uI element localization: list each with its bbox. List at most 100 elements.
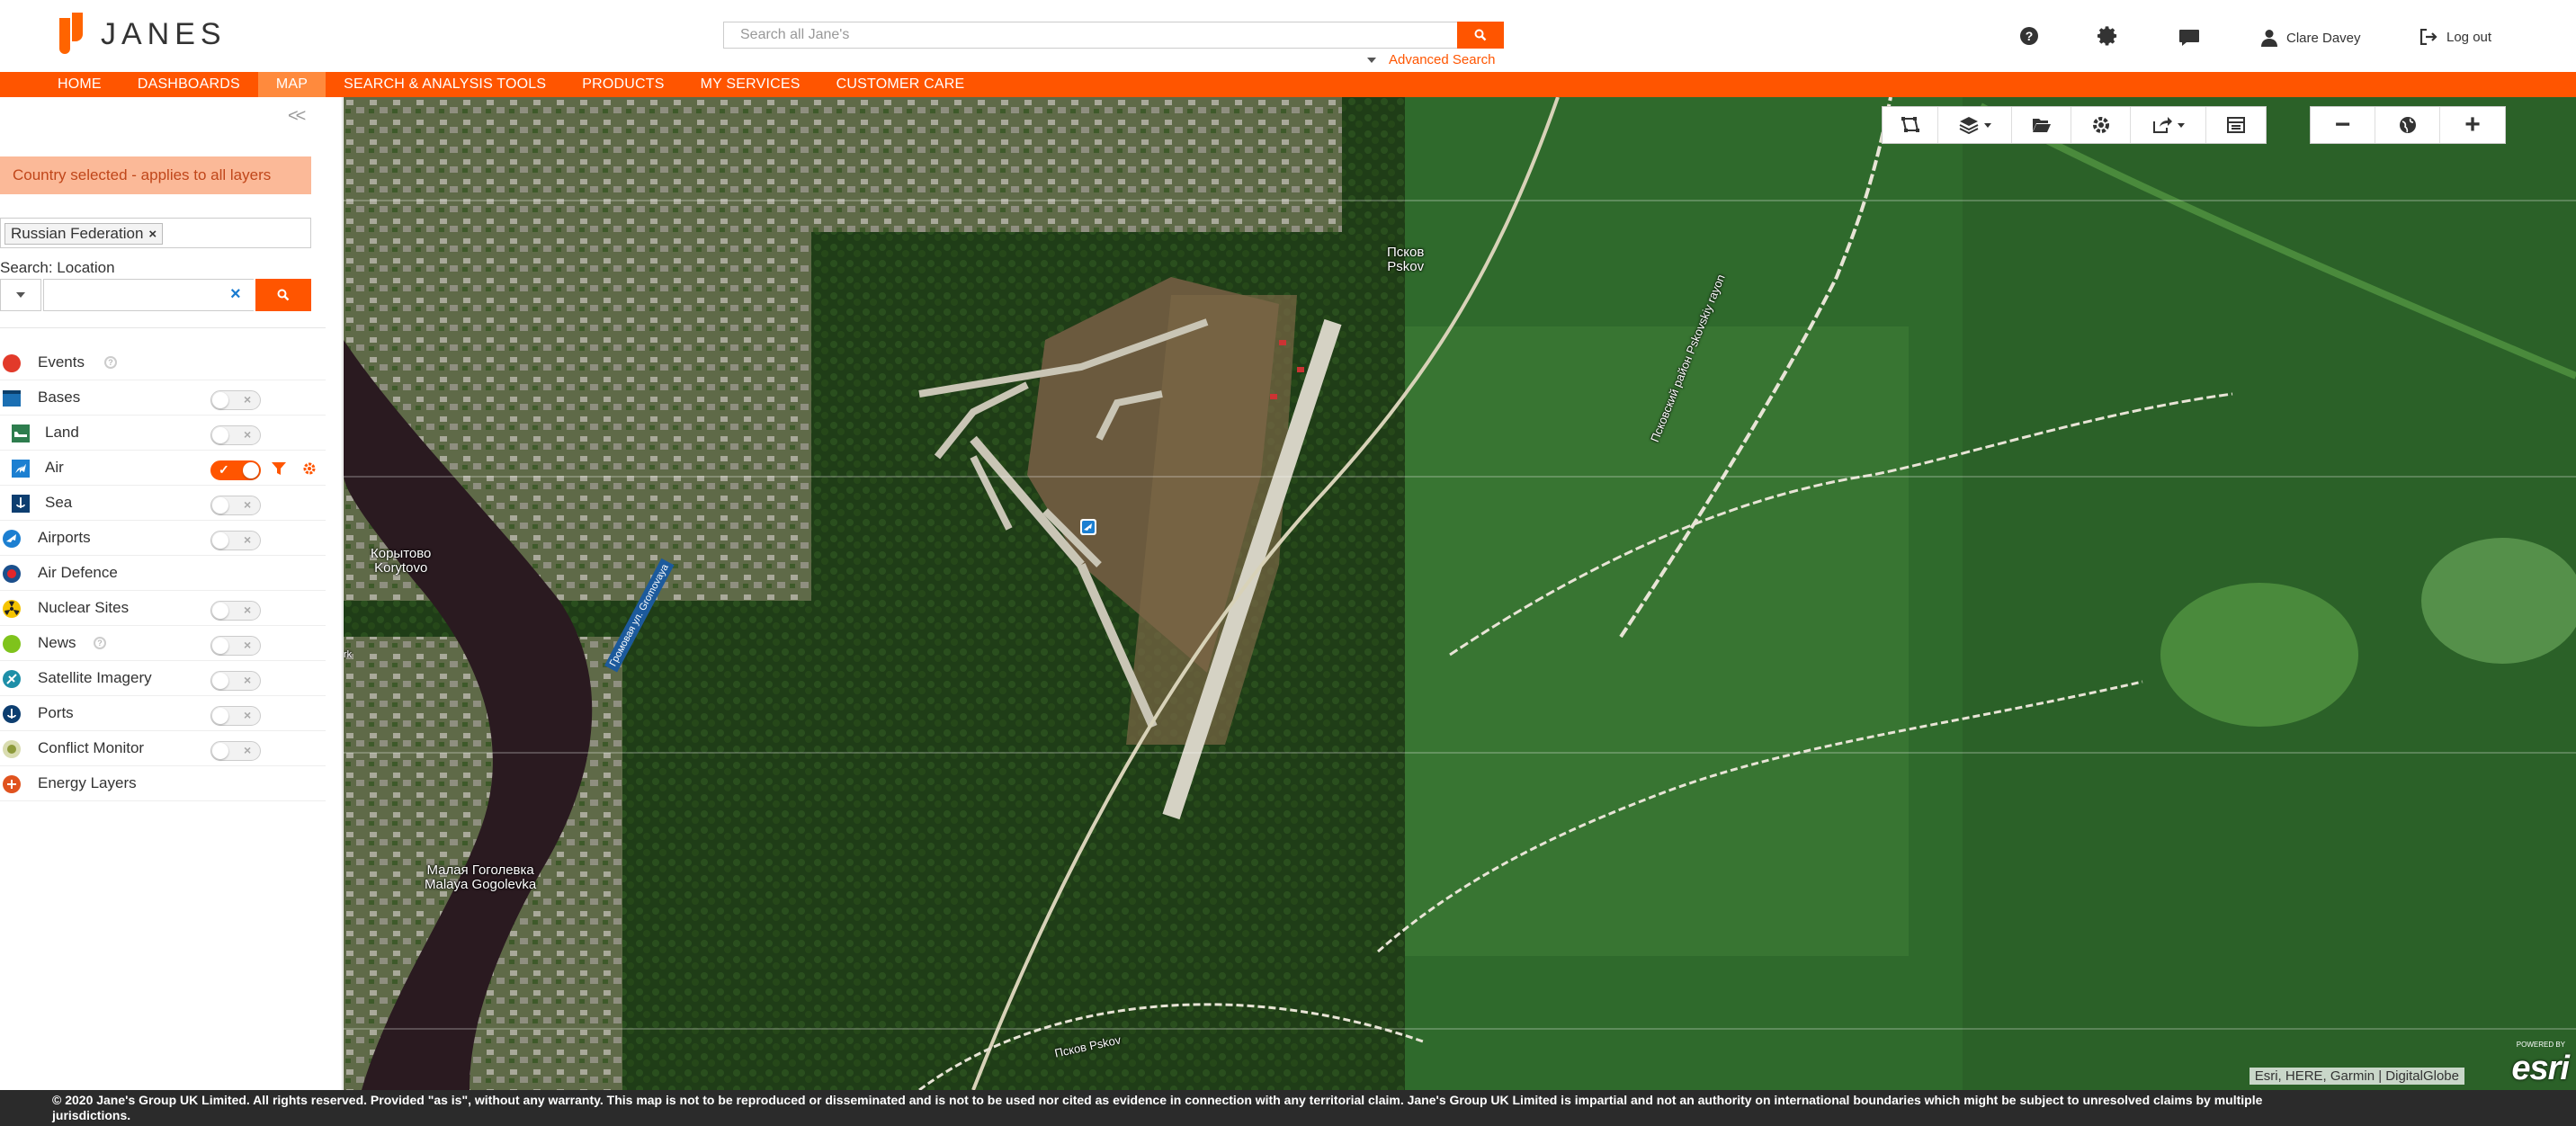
global-search-button[interactable] <box>1457 22 1504 49</box>
layer-settings-icon[interactable] <box>302 461 317 476</box>
layer-row-news[interactable]: News ? × <box>0 626 326 661</box>
home-extent-button[interactable] <box>2375 107 2440 143</box>
layer-toggle[interactable]: × <box>210 601 261 621</box>
map-canvas[interactable]: − + Псков Pskov Корытово Korytovo Малая Го… <box>344 97 2576 1090</box>
air-defence-icon <box>3 565 21 583</box>
janes-logo[interactable]: JANES <box>56 13 227 56</box>
layer-toggle[interactable]: ✓ <box>210 460 261 480</box>
layer-row-sea[interactable]: Sea × <box>0 486 326 521</box>
logout-icon <box>2419 29 2437 45</box>
location-search-input[interactable] <box>43 279 254 311</box>
airport-marker-icon[interactable] <box>1079 518 1097 536</box>
polygon-icon <box>1901 117 1919 132</box>
clear-location-button[interactable]: × <box>230 284 241 305</box>
gear-icon[interactable] <box>2096 25 2119 49</box>
satellite-imagery <box>344 97 2576 1090</box>
global-search-input[interactable] <box>723 22 1457 49</box>
layer-toggle[interactable]: × <box>210 390 261 410</box>
air-icon <box>12 460 30 478</box>
layer-label: Air Defence <box>38 564 118 581</box>
zoom-out-button[interactable]: − <box>2311 107 2375 143</box>
layer-label: Nuclear Sites <box>38 599 130 616</box>
layer-label: Events <box>38 353 85 371</box>
layers-button[interactable] <box>1938 107 2012 143</box>
layer-label: Sea <box>45 494 73 511</box>
layer-label: Conflict Monitor <box>38 739 145 756</box>
global-search <box>723 22 1504 49</box>
user-menu[interactable]: Clare Davey <box>2261 29 2361 47</box>
chevron-down-icon <box>2177 122 2185 128</box>
zoom-in-button[interactable]: + <box>2440 107 2505 143</box>
layer-row-nuclear-sites[interactable]: Nuclear Sites × <box>0 591 326 626</box>
advanced-search-label: Advanced Search <box>1389 52 1496 67</box>
info-icon[interactable]: ? <box>104 356 117 369</box>
nav-map[interactable]: MAP <box>257 72 326 97</box>
layer-row-land[interactable]: Land × <box>0 416 326 451</box>
layer-row-events[interactable]: Events ? <box>0 345 326 380</box>
open-folder-button[interactable] <box>2012 107 2071 143</box>
layer-row-satellite-imagery[interactable]: Satellite Imagery × <box>0 661 326 696</box>
map-toolbar <box>1882 106 2267 144</box>
nav-home[interactable]: HOME <box>40 72 120 97</box>
location-search-label: Search: Location <box>0 259 115 276</box>
radiation-icon <box>3 600 21 618</box>
map-label-park: rk <box>344 649 353 660</box>
chat-icon[interactable] <box>2178 29 2200 47</box>
main-nav: HOME DASHBOARDS MAP SEARCH & ANALYSIS TO… <box>0 72 2576 97</box>
nav-my-services[interactable]: MY SERVICES <box>683 72 818 97</box>
layer-toggle[interactable]: × <box>210 636 261 656</box>
nav-dashboards[interactable]: DASHBOARDS <box>120 72 258 97</box>
layer-toggle[interactable]: × <box>210 706 261 726</box>
map-settings-button[interactable] <box>2071 107 2131 143</box>
nav-customer-care[interactable]: CUSTOMER CARE <box>818 72 983 97</box>
remove-country-button[interactable]: × <box>148 227 157 242</box>
filter-icon[interactable] <box>272 462 286 475</box>
user-name: Clare Davey <box>2286 30 2361 46</box>
location-type-dropdown[interactable] <box>0 279 41 311</box>
layer-row-energy-layers[interactable]: Energy Layers <box>0 766 326 801</box>
layer-label: Satellite Imagery <box>38 669 152 686</box>
draw-tool-button[interactable] <box>1883 107 1938 143</box>
layer-label: Bases <box>38 389 81 406</box>
layer-row-air-defence[interactable]: Air Defence <box>0 556 326 591</box>
map-label-pskov: Псков Pskov <box>1387 245 1425 274</box>
layer-row-bases[interactable]: Bases × <box>0 380 326 416</box>
layer-toggle[interactable]: × <box>210 741 261 761</box>
help-icon[interactable]: ? <box>2020 27 2038 45</box>
print-icon <box>2227 117 2245 133</box>
user-icon <box>2261 30 2277 47</box>
collapse-sidebar-button[interactable]: << <box>288 106 306 127</box>
layer-row-air[interactable]: Air ✓ <box>0 451 326 486</box>
country-chip-label: Russian Federation <box>11 225 144 242</box>
print-button[interactable] <box>2206 107 2266 143</box>
layer-row-ports[interactable]: Ports × <box>0 696 326 731</box>
globe-icon <box>2399 117 2416 133</box>
layer-toggle[interactable]: × <box>210 531 261 550</box>
country-select[interactable]: Russian Federation × <box>0 218 311 248</box>
nav-products[interactable]: PRODUCTS <box>564 72 682 97</box>
events-icon <box>3 354 21 372</box>
info-icon[interactable]: ? <box>94 637 106 649</box>
location-search-button[interactable] <box>255 279 311 311</box>
layer-toggle[interactable]: × <box>210 425 261 445</box>
janes-logo-icon <box>56 13 86 56</box>
satellite-icon <box>3 670 21 688</box>
esri-logo[interactable]: esri <box>2511 1050 2570 1088</box>
layer-label: Air <box>45 459 64 476</box>
footer-line-2: jurisdictions. <box>52 1108 131 1122</box>
search-icon <box>1474 29 1487 41</box>
advanced-search-link[interactable]: Advanced Search <box>1367 52 1495 67</box>
share-icon <box>2152 117 2172 133</box>
logout-label: Log out <box>2446 29 2492 45</box>
layer-row-airports[interactable]: Airports × <box>0 521 326 556</box>
country-chip: Russian Federation × <box>4 223 164 245</box>
layer-toggle[interactable]: × <box>210 496 261 515</box>
share-button[interactable] <box>2131 107 2206 143</box>
land-icon <box>12 424 30 442</box>
port-anchor-icon <box>3 705 21 723</box>
layer-toggle[interactable]: × <box>210 671 261 691</box>
nav-search-analysis-tools[interactable]: SEARCH & ANALYSIS TOOLS <box>326 72 564 97</box>
zoom-controls: − + <box>2310 106 2506 144</box>
layer-row-conflict-monitor[interactable]: Conflict Monitor × <box>0 731 326 766</box>
logout-link[interactable]: Log out <box>2419 29 2491 45</box>
